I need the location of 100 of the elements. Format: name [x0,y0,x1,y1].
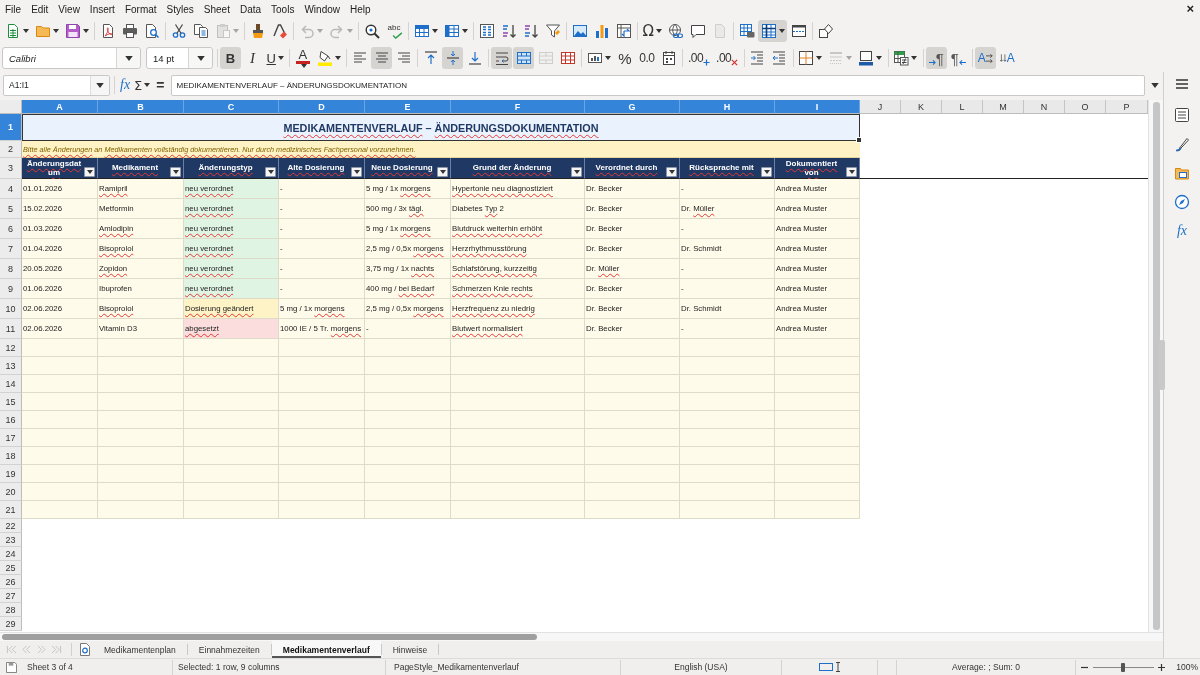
right-arrows-icon[interactable] [985,52,993,64]
slider-thumb[interactable] [1121,662,1126,672]
dropdown-button[interactable] [116,48,140,68]
column-header[interactable]: D [279,100,365,114]
caret-icon[interactable] [655,29,662,33]
row-header[interactable]: 23 [0,533,22,547]
formula-button[interactable]: = [152,75,167,95]
left-arrow-icon[interactable] [958,59,966,66]
bold-button[interactable]: B [220,47,241,69]
caret-icon[interactable] [82,29,89,33]
column-header[interactable]: N [1024,100,1065,114]
banknote-chart-icon[interactable] [586,50,603,66]
menu-item[interactable]: Data [234,1,267,17]
row-header[interactable]: 15 [0,393,22,411]
delete-decimal-button[interactable]: .00 [713,47,741,69]
menu-item[interactable]: Edit [26,1,54,17]
row-header[interactable]: 24 [0,547,22,561]
right-to-left-button[interactable]: ¶ [947,47,969,69]
row-header[interactable]: 17 [0,429,22,447]
row-header[interactable]: 1 [0,114,22,141]
caret-icon[interactable] [124,55,133,61]
row-header[interactable]: 25 [0,561,22,575]
down-arrows-icon[interactable] [999,52,1007,64]
menu-item[interactable]: Window [299,1,345,17]
row-header[interactable]: 14 [0,375,22,393]
caret-icon[interactable] [778,29,785,33]
row-header[interactable]: 3 [0,158,22,179]
row-header[interactable]: 18 [0,447,22,465]
row-header[interactable]: 22 [0,519,22,533]
zoom-percentage[interactable]: 100% [1176,662,1198,672]
text-top-to-bottom-button[interactable]: A [996,47,1018,69]
table-not-equal-icon[interactable] [893,50,910,66]
special-character-button[interactable]: Ω [640,20,665,42]
row-header[interactable]: 26 [0,575,22,589]
row-header[interactable]: 7 [0,239,22,259]
table-columns-icon[interactable] [443,23,460,39]
font-size-box[interactable]: 14 pt [146,47,213,69]
sheet-tab[interactable]: Medikamentenplan [93,641,187,658]
caret-icon[interactable] [196,55,205,61]
language[interactable]: English (USA) [674,662,728,672]
name-box[interactable]: A1:I1 [3,74,110,96]
row-header[interactable]: 4 [0,179,22,199]
freeze-button[interactable] [758,20,788,42]
underline-button[interactable]: U [264,47,287,69]
caret-icon[interactable] [96,82,104,88]
close-document-button[interactable]: × [1184,2,1196,16]
sheet-tab[interactable]: Einnahmezeiten [187,641,271,658]
menu-item[interactable]: File [0,1,27,17]
highlighter-icon[interactable] [316,50,333,66]
column-header[interactable]: F [451,100,585,114]
row-header[interactable]: 21 [0,501,22,519]
selection-mode-icon[interactable] [818,662,841,672]
menu-item[interactable]: Format [119,1,162,17]
row-header[interactable]: 27 [0,589,22,603]
dropdown-button[interactable] [90,75,109,95]
row-header[interactable]: 16 [0,411,22,429]
spelling-button[interactable]: abc [383,20,405,42]
caret-icon[interactable] [816,56,823,60]
row-header[interactable]: 20 [0,483,22,501]
menu-item[interactable]: Help [345,1,376,17]
add-decimal-button[interactable]: .00 [685,47,713,69]
row-header[interactable]: 8 [0,259,22,279]
row-header[interactable]: 28 [0,603,22,617]
functions-tab[interactable]: fx [1171,221,1193,241]
caret-icon[interactable] [22,29,29,33]
table-rows-icon[interactable] [413,23,430,39]
caret-icon[interactable] [334,56,341,60]
caret-icon[interactable] [144,83,151,87]
dropdown-button[interactable] [188,48,212,68]
column-header[interactable]: L [942,100,983,114]
column-header[interactable]: K [901,100,942,114]
row-header[interactable]: 10 [0,299,22,319]
menu-item[interactable]: Styles [161,1,199,17]
row-header[interactable]: 19 [0,465,22,483]
caret-icon[interactable] [277,56,284,60]
row-header[interactable]: 29 [0,617,22,631]
caret-icon[interactable] [911,56,918,60]
column-header[interactable]: A [22,100,98,114]
row-header[interactable]: 9 [0,279,22,299]
menu-item[interactable]: Insert [84,1,120,17]
caret-icon[interactable] [52,29,59,33]
column-header[interactable]: P [1106,100,1148,114]
horizontal-scrollbar[interactable] [0,632,1163,641]
row-header[interactable]: 5 [0,199,22,219]
font-name-box[interactable]: Calibri [2,47,141,69]
menu-item[interactable]: View [53,1,85,17]
sum-button[interactable]: Σ [132,75,153,95]
column-header[interactable]: O [1065,100,1106,114]
caret-icon[interactable] [604,56,611,60]
cross-icon[interactable] [731,59,739,66]
function-wizard-button[interactable]: fx [118,75,133,95]
font-color-button[interactable]: A [292,47,314,69]
column-header[interactable]: G [585,100,680,114]
check-mark-icon[interactable] [391,31,403,39]
number-format-button[interactable]: 0.0 [636,47,658,69]
sheet-tab[interactable]: Hinweise [381,641,439,658]
zoom-slider[interactable] [1092,662,1154,672]
sidebar-collapse-handle[interactable] [1159,340,1165,390]
row-header[interactable]: 11 [0,319,22,339]
caret-icon[interactable] [876,56,883,60]
